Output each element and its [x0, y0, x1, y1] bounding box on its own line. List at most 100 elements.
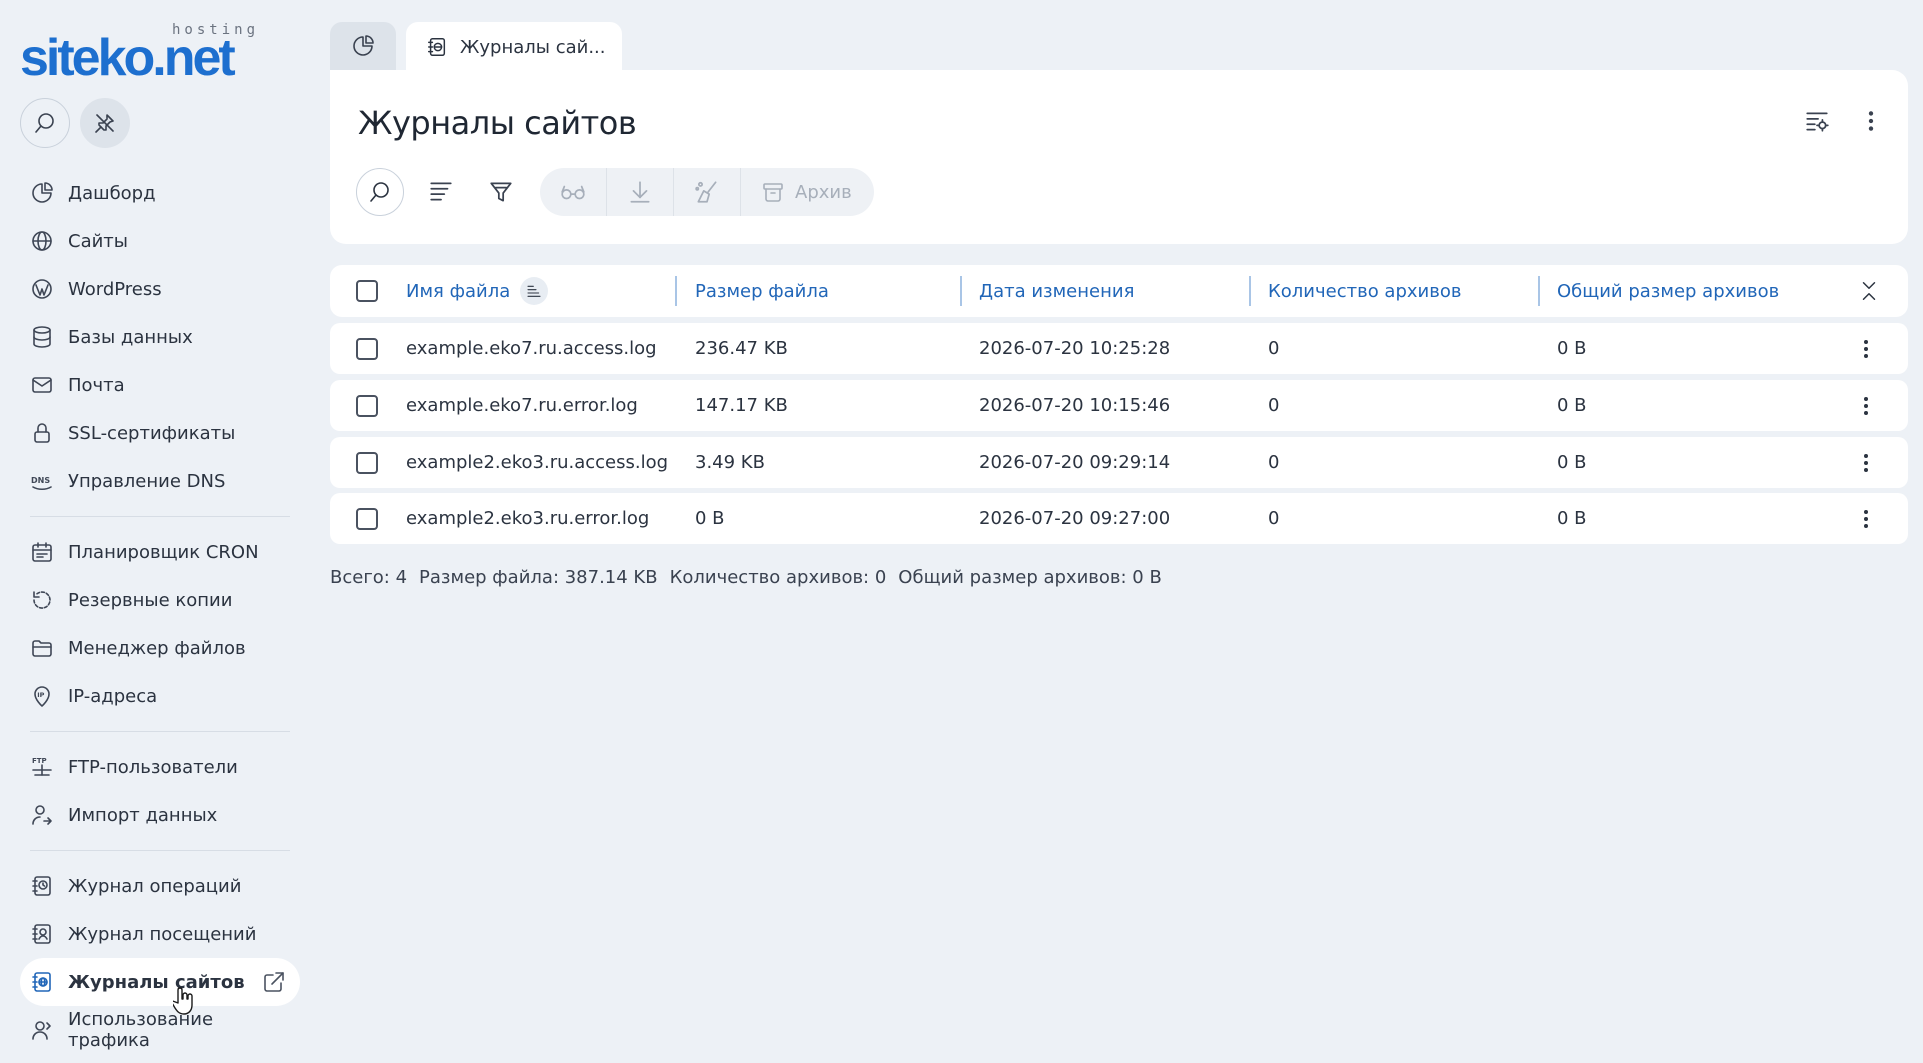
column-header-filesize[interactable]: Размер файла [695, 265, 829, 317]
sidebar-item-sites[interactable]: Сайты [20, 217, 300, 265]
sidebar-item-operations-log[interactable]: Журнал операций [20, 862, 300, 910]
sidebar-item-label: Журналы сайтов [68, 971, 245, 993]
row-checkbox[interactable] [356, 507, 378, 530]
column-label: Размер файла [695, 280, 829, 302]
sidebar-item-databases[interactable]: Базы данных [20, 313, 300, 361]
sidebar-item-ssl[interactable]: SSL-сертификаты [20, 409, 300, 457]
collapse-rows-icon[interactable] [1858, 279, 1880, 303]
column-resizer[interactable] [960, 276, 962, 306]
sidebar-item-label: Базы данных [68, 326, 193, 348]
column-resizer[interactable] [1249, 276, 1251, 306]
column-resizer[interactable] [1538, 276, 1540, 306]
table-settings-icon[interactable] [1804, 108, 1830, 134]
cell-archive-count: 0 [1268, 508, 1280, 529]
table-header: Имя файла Размер файла Дата изменения Ко… [330, 265, 1908, 317]
sidebar-item-label: Сайты [68, 230, 128, 252]
header-actions [1804, 108, 1884, 134]
sidebar-item-dashboard[interactable]: Дашборд [20, 169, 300, 217]
sidebar-item-label: FTP-пользователи [68, 756, 238, 778]
sidebar-item-label: Журнал операций [68, 875, 242, 897]
more-vertical-icon[interactable] [1858, 108, 1884, 134]
sidebar-item-label: Резервные копии [68, 589, 233, 611]
sidebar-item-label: Менеджер файлов [68, 637, 246, 659]
view-button[interactable] [540, 168, 607, 216]
column-resizer[interactable] [675, 276, 677, 306]
sidebar-item-ftp-users[interactable]: FTP FTP-пользователи [20, 743, 300, 791]
column-label: Общий размер архивов [1557, 280, 1780, 302]
dashboard-pie-icon [353, 35, 374, 56]
sidebar-item-label: Управление DNS [68, 470, 226, 492]
row-more-icon[interactable] [1854, 450, 1878, 476]
row-more-icon[interactable] [1854, 336, 1878, 362]
clear-button[interactable] [674, 168, 741, 216]
tab-dashboard[interactable] [330, 22, 396, 70]
sort-button[interactable] [418, 168, 464, 216]
table-row[interactable]: example2.eko3.ru.access.log 3.49 KB 2026… [330, 437, 1908, 488]
operations-log-icon [32, 876, 51, 896]
page-title: Журналы сайтов [358, 104, 637, 142]
unpin-sidebar-button[interactable] [80, 98, 130, 148]
column-label: Количество архивов [1268, 280, 1462, 302]
archive-icon [763, 183, 783, 202]
row-checkbox[interactable] [356, 451, 378, 474]
sidebar-item-ip[interactable]: IP IP-адреса [20, 672, 300, 720]
table-row[interactable]: example2.eko3.ru.error.log 0 B 2026-07-2… [330, 493, 1908, 544]
sidebar: hosting siteko.net Дашборд Сайты WordPre… [0, 0, 310, 1063]
summary-total: Всего: 4 [330, 567, 408, 588]
column-header-filename[interactable]: Имя файла [406, 265, 549, 317]
sort-ascending-icon [527, 285, 541, 297]
summary-archive-count: Количество архивов: 0 [669, 567, 887, 588]
cell-archive-count: 0 [1268, 452, 1280, 473]
database-icon [33, 326, 51, 348]
sidebar-item-label: SSL-сертификаты [68, 422, 236, 444]
table-row[interactable]: example.eko7.ru.error.log 147.17 KB 2026… [330, 380, 1908, 431]
ftp-icon: FTP [32, 757, 52, 776]
sidebar-item-dns[interactable]: DNS Управление DNS [20, 457, 300, 505]
column-header-archive-count[interactable]: Количество архивов [1268, 265, 1461, 317]
sidebar-item-wordpress[interactable]: WordPress [20, 265, 300, 313]
nav-divider [30, 731, 290, 732]
cell-archive-size: 0 B [1557, 338, 1587, 359]
site-logs-icon [428, 38, 446, 56]
logo-text: siteko.net [20, 29, 236, 87]
select-all-checkbox[interactable] [356, 280, 378, 302]
calendar-icon [32, 542, 52, 562]
traffic-icon [32, 1021, 51, 1040]
search-button[interactable] [356, 168, 404, 216]
row-checkbox[interactable] [356, 394, 378, 417]
table-row[interactable]: example.eko7.ru.access.log 236.47 KB 202… [330, 323, 1908, 374]
archive-button[interactable]: Архив [741, 168, 874, 216]
sidebar-item-import[interactable]: Импорт данных [20, 791, 300, 839]
row-more-icon[interactable] [1854, 506, 1878, 532]
cell-modified: 2026-07-20 09:29:14 [979, 452, 1171, 473]
sidebar-item-backups[interactable]: Резервные копии [20, 576, 300, 624]
sidebar-item-mail[interactable]: Почта [20, 361, 300, 409]
row-checkbox[interactable] [356, 337, 378, 360]
visits-log-icon [32, 924, 51, 944]
column-header-archive-size[interactable]: Общий размер архивов [1557, 265, 1779, 317]
sidebar-item-site-logs[interactable]: Журналы сайтов [20, 958, 300, 1006]
row-more-icon[interactable] [1854, 393, 1878, 419]
svg-text:IP: IP [37, 691, 44, 699]
cell-modified: 2026-07-20 10:15:46 [979, 395, 1171, 416]
cell-archive-size: 0 B [1557, 395, 1587, 416]
download-icon [630, 181, 650, 203]
site-logs-icon [32, 972, 51, 992]
filter-button[interactable] [478, 168, 524, 216]
hand-cursor-icon [173, 987, 193, 1015]
download-button[interactable] [607, 168, 674, 216]
sidebar-item-label: IP-адреса [68, 685, 158, 707]
tab-site-logs[interactable]: Журналы сай... [406, 22, 622, 72]
sidebar-item-cron[interactable]: Планировщик CRON [20, 528, 300, 576]
column-label: Имя файла [406, 280, 511, 302]
cell-filename: example2.eko3.ru.error.log [406, 508, 650, 529]
logo[interactable]: hosting siteko.net [20, 18, 260, 84]
sidebar-search-button[interactable] [20, 98, 70, 148]
sidebar-item-file-manager[interactable]: Менеджер файлов [20, 624, 300, 672]
unpin-icon [95, 114, 114, 133]
sidebar-item-visits-log[interactable]: Журнал посещений [20, 910, 300, 958]
sidebar-item-traffic[interactable]: Использование трафика [20, 1006, 300, 1054]
column-header-modified[interactable]: Дата изменения [979, 265, 1134, 317]
sort-indicator[interactable] [520, 277, 549, 305]
open-in-new-window-icon[interactable] [262, 970, 286, 994]
